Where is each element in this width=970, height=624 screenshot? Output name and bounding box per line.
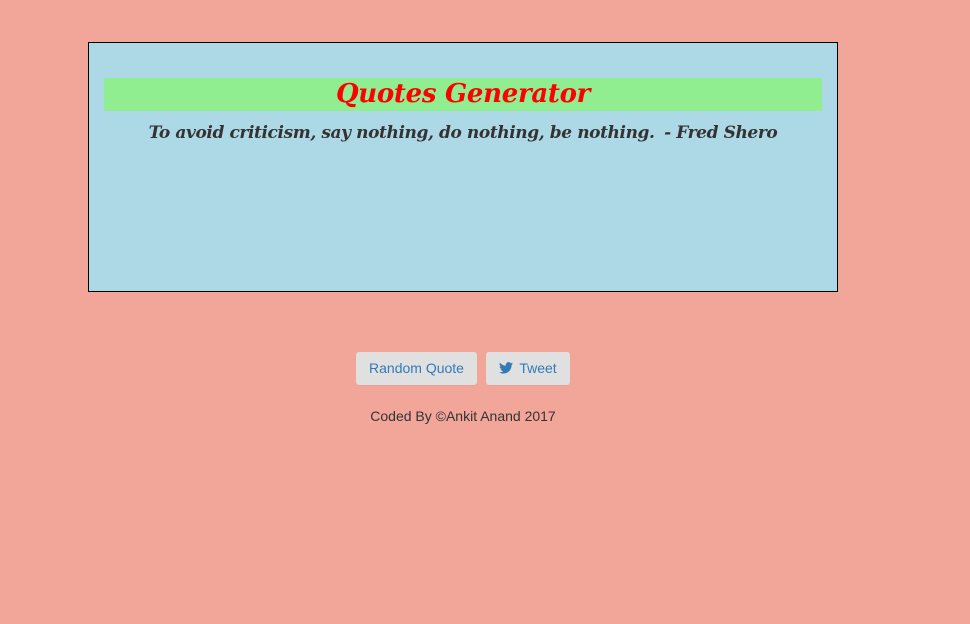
- tweet-button[interactable]: Tweet: [486, 352, 570, 385]
- quote-box: Quotes Generator To avoid criticism, say…: [88, 42, 838, 292]
- quote-line: To avoid criticism, say nothing, do noth…: [89, 123, 837, 143]
- page: Quotes Generator To avoid criticism, say…: [0, 0, 970, 624]
- quote-author: - Fred Shero: [664, 123, 778, 143]
- random-quote-label: Random Quote: [369, 360, 464, 376]
- twitter-icon: [499, 353, 514, 374]
- page-title: Quotes Generator: [335, 79, 591, 109]
- tweet-label: Tweet: [519, 360, 557, 376]
- title-bar: Quotes Generator: [104, 78, 822, 111]
- random-quote-button[interactable]: Random Quote: [356, 352, 477, 385]
- footer-credit: Coded By ©Ankit Anand 2017: [370, 408, 556, 424]
- quote-text: To avoid criticism, say nothing, do noth…: [148, 123, 655, 143]
